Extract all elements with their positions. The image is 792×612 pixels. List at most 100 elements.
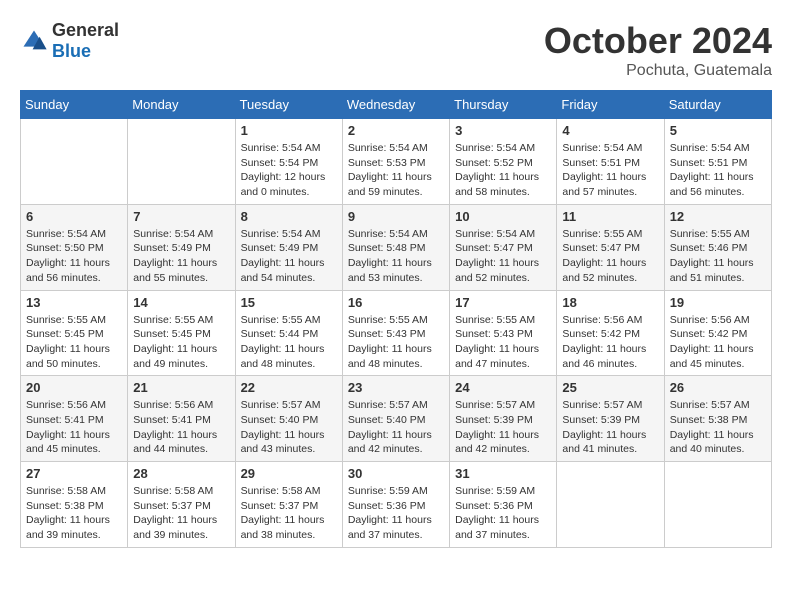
calendar-cell: 29 Sunrise: 5:58 AM Sunset: 5:37 PM Dayli… [235, 462, 342, 548]
day-number: 17 [455, 295, 551, 310]
calendar-cell: 21 Sunrise: 5:56 AM Sunset: 5:41 PM Dayli… [128, 376, 235, 462]
logo-general: General [52, 20, 119, 40]
day-number: 13 [26, 295, 122, 310]
day-number: 6 [26, 209, 122, 224]
day-info: Sunrise: 5:54 AM Sunset: 5:52 PM Dayligh… [455, 141, 551, 200]
day-info: Sunrise: 5:54 AM Sunset: 5:47 PM Dayligh… [455, 227, 551, 286]
day-header-sunday: Sunday [21, 91, 128, 119]
day-number: 12 [670, 209, 766, 224]
calendar-cell: 4 Sunrise: 5:54 AM Sunset: 5:51 PM Daylig… [557, 119, 664, 205]
month-title: October 2024 [544, 20, 772, 62]
day-info: Sunrise: 5:58 AM Sunset: 5:38 PM Dayligh… [26, 484, 122, 543]
day-info: Sunrise: 5:57 AM Sunset: 5:39 PM Dayligh… [455, 398, 551, 457]
day-number: 29 [241, 466, 337, 481]
calendar-cell: 5Sunrise: 5:54 AM Sunset: 5:51 PM Daylig… [664, 119, 771, 205]
day-info: Sunrise: 5:59 AM Sunset: 5:36 PM Dayligh… [455, 484, 551, 543]
logo: General Blue [20, 20, 119, 62]
calendar-cell: 8Sunrise: 5:54 AM Sunset: 5:49 PM Daylig… [235, 204, 342, 290]
day-info: Sunrise: 5:54 AM Sunset: 5:50 PM Dayligh… [26, 227, 122, 286]
calendar-cell [557, 462, 664, 548]
calendar-cell: 10Sunrise: 5:54 AM Sunset: 5:47 PM Dayli… [450, 204, 557, 290]
day-info: Sunrise: 5:58 AM Sunset: 5:37 PM Dayligh… [241, 484, 337, 543]
calendar-cell: 15 Sunrise: 5:55 AM Sunset: 5:44 PM Dayli… [235, 290, 342, 376]
calendar-table: SundayMondayTuesdayWednesdayThursdayFrid… [20, 90, 772, 548]
calendar-cell [128, 119, 235, 205]
calendar-cell: 31Sunrise: 5:59 AM Sunset: 5:36 PM Dayli… [450, 462, 557, 548]
calendar-cell: 7Sunrise: 5:54 AM Sunset: 5:49 PM Daylig… [128, 204, 235, 290]
day-number: 5 [670, 123, 766, 138]
calendar-cell: 11 Sunrise: 5:55 AM Sunset: 5:47 PM Dayli… [557, 204, 664, 290]
week-row-3: 13Sunrise: 5:55 AM Sunset: 5:45 PM Dayli… [21, 290, 772, 376]
calendar-cell: 18Sunrise: 5:56 AM Sunset: 5:42 PM Dayli… [557, 290, 664, 376]
day-info: Sunrise: 5:55 AM Sunset: 5:47 PM Dayligh… [562, 227, 658, 286]
calendar-cell: 19 Sunrise: 5:56 AM Sunset: 5:42 PM Dayli… [664, 290, 771, 376]
week-row-5: 27 Sunrise: 5:58 AM Sunset: 5:38 PM Dayli… [21, 462, 772, 548]
calendar-cell: 2 Sunrise: 5:54 AM Sunset: 5:53 PM Daylig… [342, 119, 449, 205]
calendar-cell: 9Sunrise: 5:54 AM Sunset: 5:48 PM Daylig… [342, 204, 449, 290]
page-header: General Blue October 2024 Pochuta, Guate… [20, 20, 772, 80]
week-row-4: 20 Sunrise: 5:56 AM Sunset: 5:41 PM Dayli… [21, 376, 772, 462]
day-info: Sunrise: 5:55 AM Sunset: 5:44 PM Dayligh… [241, 313, 337, 372]
day-info: Sunrise: 5:59 AM Sunset: 5:36 PM Dayligh… [348, 484, 444, 543]
day-info: Sunrise: 5:57 AM Sunset: 5:38 PM Dayligh… [670, 398, 766, 457]
day-number: 7 [133, 209, 229, 224]
day-number: 14 [133, 295, 229, 310]
day-header-friday: Friday [557, 91, 664, 119]
week-row-1: 1 Sunrise: 5:54 AM Sunset: 5:54 PM Daylig… [21, 119, 772, 205]
day-number: 11 [562, 209, 658, 224]
calendar-cell: 20Sunrise: 5:56 AM Sunset: 5:41 PM Dayli… [21, 376, 128, 462]
day-number: 20 [26, 380, 122, 395]
day-header-tuesday: Tuesday [235, 91, 342, 119]
logo-blue: Blue [52, 41, 91, 61]
day-header-monday: Monday [128, 91, 235, 119]
day-number: 16 [348, 295, 444, 310]
day-number: 27 [26, 466, 122, 481]
day-number: 21 [133, 380, 229, 395]
calendar-cell: 22Sunrise: 5:57 AM Sunset: 5:40 PM Dayli… [235, 376, 342, 462]
calendar-cell: 3 Sunrise: 5:54 AM Sunset: 5:52 PM Daylig… [450, 119, 557, 205]
day-header-wednesday: Wednesday [342, 91, 449, 119]
calendar-cell: 30 Sunrise: 5:59 AM Sunset: 5:36 PM Dayli… [342, 462, 449, 548]
day-info: Sunrise: 5:54 AM Sunset: 5:54 PM Dayligh… [241, 141, 337, 200]
day-number: 22 [241, 380, 337, 395]
day-info: Sunrise: 5:55 AM Sunset: 5:43 PM Dayligh… [455, 313, 551, 372]
day-info: Sunrise: 5:56 AM Sunset: 5:42 PM Dayligh… [562, 313, 658, 372]
day-info: Sunrise: 5:54 AM Sunset: 5:51 PM Dayligh… [562, 141, 658, 200]
day-number: 24 [455, 380, 551, 395]
week-row-2: 6 Sunrise: 5:54 AM Sunset: 5:50 PM Daylig… [21, 204, 772, 290]
title-block: October 2024 Pochuta, Guatemala [544, 20, 772, 80]
day-header-saturday: Saturday [664, 91, 771, 119]
calendar-cell: 24 Sunrise: 5:57 AM Sunset: 5:39 PM Dayli… [450, 376, 557, 462]
day-header-thursday: Thursday [450, 91, 557, 119]
day-info: Sunrise: 5:57 AM Sunset: 5:40 PM Dayligh… [348, 398, 444, 457]
day-info: Sunrise: 5:56 AM Sunset: 5:42 PM Dayligh… [670, 313, 766, 372]
day-info: Sunrise: 5:54 AM Sunset: 5:53 PM Dayligh… [348, 141, 444, 200]
calendar-cell: 12 Sunrise: 5:55 AM Sunset: 5:46 PM Dayli… [664, 204, 771, 290]
calendar-cell: 16 Sunrise: 5:55 AM Sunset: 5:43 PM Dayli… [342, 290, 449, 376]
calendar-cell [664, 462, 771, 548]
day-number: 23 [348, 380, 444, 395]
day-number: 9 [348, 209, 444, 224]
day-info: Sunrise: 5:56 AM Sunset: 5:41 PM Dayligh… [133, 398, 229, 457]
calendar-cell: 28 Sunrise: 5:58 AM Sunset: 5:37 PM Dayli… [128, 462, 235, 548]
day-number: 30 [348, 466, 444, 481]
logo-icon [20, 27, 48, 55]
day-info: Sunrise: 5:55 AM Sunset: 5:46 PM Dayligh… [670, 227, 766, 286]
calendar-cell: 17 Sunrise: 5:55 AM Sunset: 5:43 PM Dayli… [450, 290, 557, 376]
day-number: 19 [670, 295, 766, 310]
day-number: 15 [241, 295, 337, 310]
day-number: 8 [241, 209, 337, 224]
calendar-cell: 6 Sunrise: 5:54 AM Sunset: 5:50 PM Daylig… [21, 204, 128, 290]
day-number: 3 [455, 123, 551, 138]
day-number: 2 [348, 123, 444, 138]
calendar-cell: 25Sunrise: 5:57 AM Sunset: 5:39 PM Dayli… [557, 376, 664, 462]
day-number: 28 [133, 466, 229, 481]
day-number: 1 [241, 123, 337, 138]
day-number: 4 [562, 123, 658, 138]
day-info: Sunrise: 5:57 AM Sunset: 5:39 PM Dayligh… [562, 398, 658, 457]
calendar-cell: 26Sunrise: 5:57 AM Sunset: 5:38 PM Dayli… [664, 376, 771, 462]
calendar-cell: 14Sunrise: 5:55 AM Sunset: 5:45 PM Dayli… [128, 290, 235, 376]
calendar-cell: 13Sunrise: 5:55 AM Sunset: 5:45 PM Dayli… [21, 290, 128, 376]
day-info: Sunrise: 5:58 AM Sunset: 5:37 PM Dayligh… [133, 484, 229, 543]
day-info: Sunrise: 5:55 AM Sunset: 5:43 PM Dayligh… [348, 313, 444, 372]
